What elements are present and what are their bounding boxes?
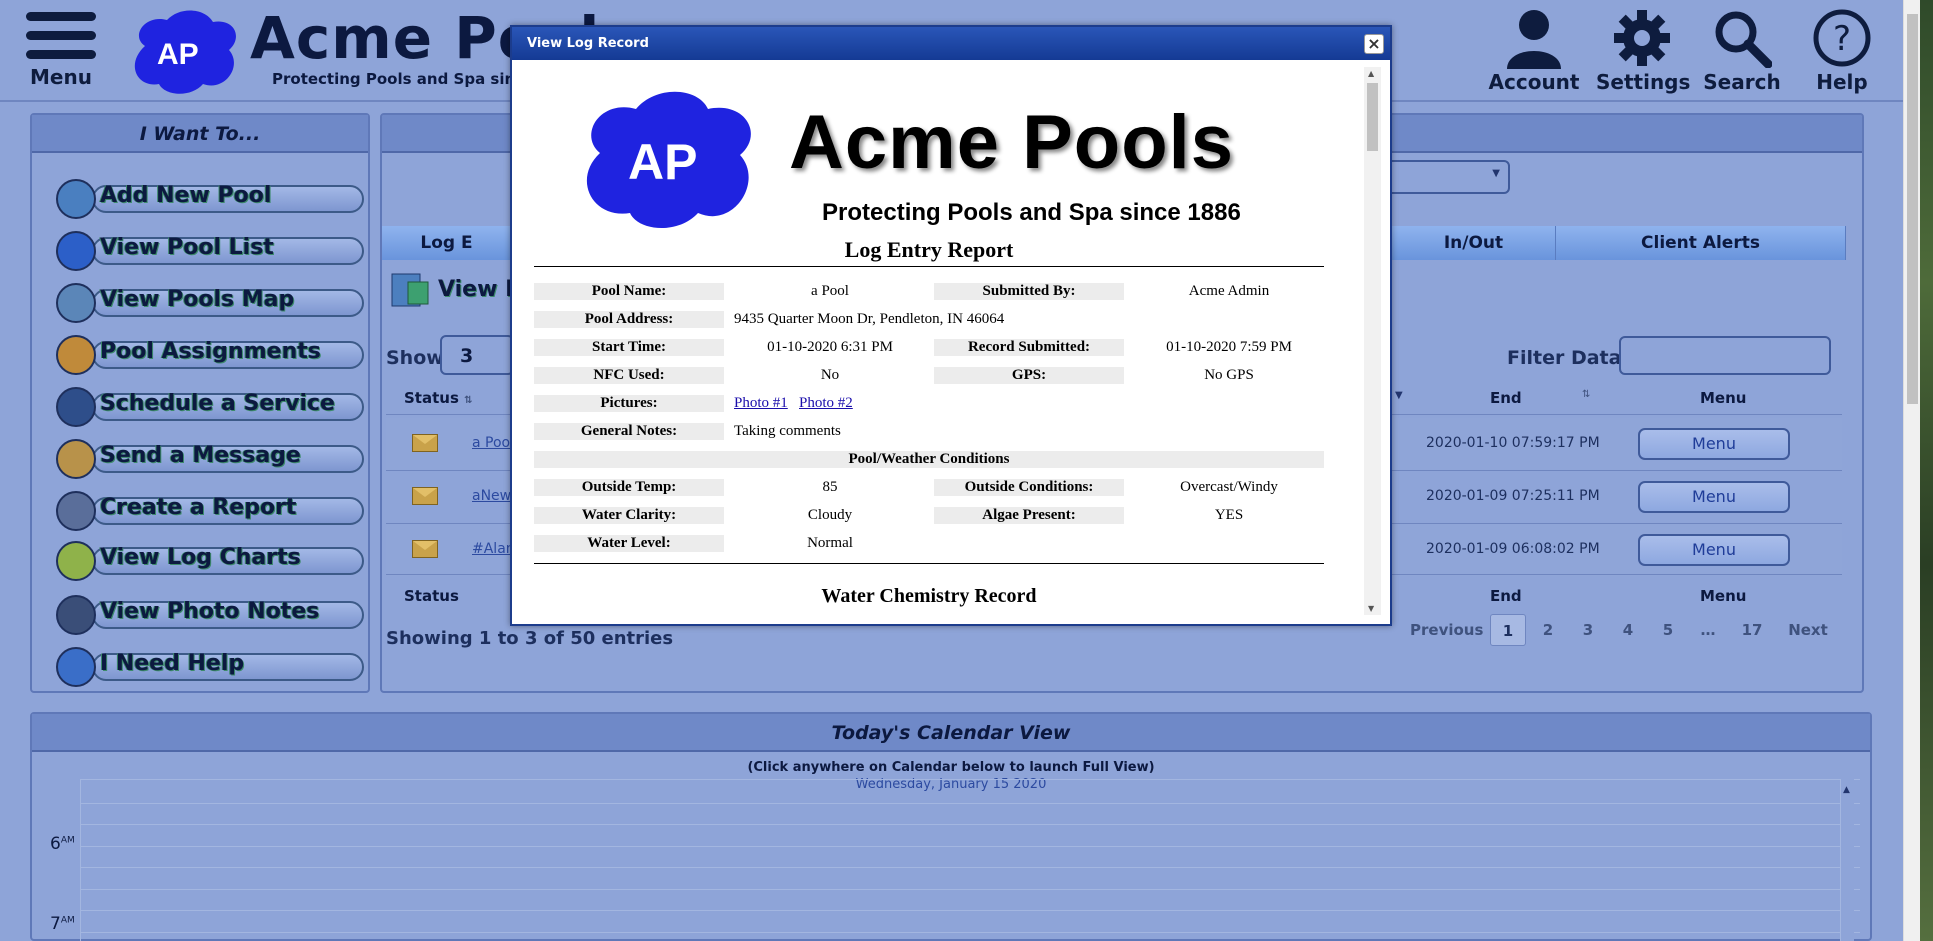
report-title: Log Entry Report — [844, 237, 1014, 262]
label-pictures: Pictures: — [534, 395, 724, 412]
label-pool-address: Pool Address: — [534, 311, 724, 328]
label-nfc-used: NFC Used: — [534, 367, 724, 384]
section-water-chemistry: Water Chemistry Record — [821, 585, 1037, 607]
label-record-submitted: Record Submitted: — [934, 339, 1124, 356]
value-water-clarity: Cloudy — [807, 507, 853, 523]
value-nfc-used: No — [820, 367, 840, 383]
label-algae-present: Algae Present: — [934, 507, 1124, 524]
value-general-notes: Taking comments — [734, 423, 841, 439]
label-general-notes: General Notes: — [534, 423, 724, 440]
divider — [534, 563, 1324, 564]
label-water-level: Water Level: — [534, 535, 724, 552]
label-submitted-by: Submitted By: — [934, 283, 1124, 300]
label-outside-conditions: Outside Conditions: — [934, 479, 1124, 496]
value-algae-present: YES — [1214, 507, 1244, 523]
value-water-level: Normal — [807, 535, 853, 551]
dialog-scrollbar[interactable]: ▼ ▲ — [1364, 67, 1381, 615]
section-pool-weather: Pool/Weather Conditions — [534, 451, 1324, 468]
view-log-record-dialog: View Log Record × ▼ ▲ AP Acme Pools Prot… — [510, 25, 1392, 626]
value-start-time: 01-10-2020 6:31 PM — [767, 339, 893, 355]
dialog-titlebar: View Log Record × — [512, 27, 1390, 60]
page-scrollbar[interactable] — [1903, 0, 1920, 941]
scroll-down-icon: ▼ — [1368, 604, 1375, 613]
log-report: AP Acme Pools Protecting Pools and Spa s… — [534, 71, 1358, 611]
divider — [534, 266, 1324, 267]
label-start-time: Start Time: — [534, 339, 724, 356]
scroll-up-icon: ▲ — [1368, 69, 1375, 78]
report-logo-text: AP — [628, 134, 697, 190]
value-outside-conditions: Overcast/Windy — [1180, 479, 1278, 495]
value-pool-address: 9435 Quarter Moon Dr, Pendleton, IN 4606… — [734, 311, 1005, 327]
report-tagline: Protecting Pools and Spa since 1886 — [822, 199, 1241, 226]
label-water-clarity: Water Clarity: — [534, 507, 724, 524]
value-pictures: Photo #1 Photo #2 — [734, 395, 853, 412]
dialog-scrollbar-thumb[interactable] — [1367, 83, 1378, 151]
value-pool-name: a Pool — [811, 283, 849, 299]
report-brand: Acme Pools — [789, 100, 1235, 185]
label-gps: GPS: — [934, 367, 1124, 384]
photo-1-link[interactable]: Photo #1 — [734, 395, 788, 411]
value-submitted-by: Acme Admin — [1188, 283, 1270, 299]
photo-2-link[interactable]: Photo #2 — [799, 395, 853, 411]
value-outside-temp: 85 — [822, 479, 838, 495]
page-scrollbar-thumb[interactable] — [1907, 14, 1918, 404]
label-outside-temp: Outside Temp: — [534, 479, 724, 496]
close-button[interactable]: × — [1364, 34, 1384, 54]
label-pool-name: Pool Name: — [534, 283, 724, 300]
value-record-submitted: 01-10-2020 7:59 PM — [1166, 339, 1292, 355]
value-gps: No GPS — [1204, 367, 1254, 383]
report-logo-icon: AP — [586, 91, 751, 229]
dialog-title: View Log Record — [527, 36, 649, 51]
